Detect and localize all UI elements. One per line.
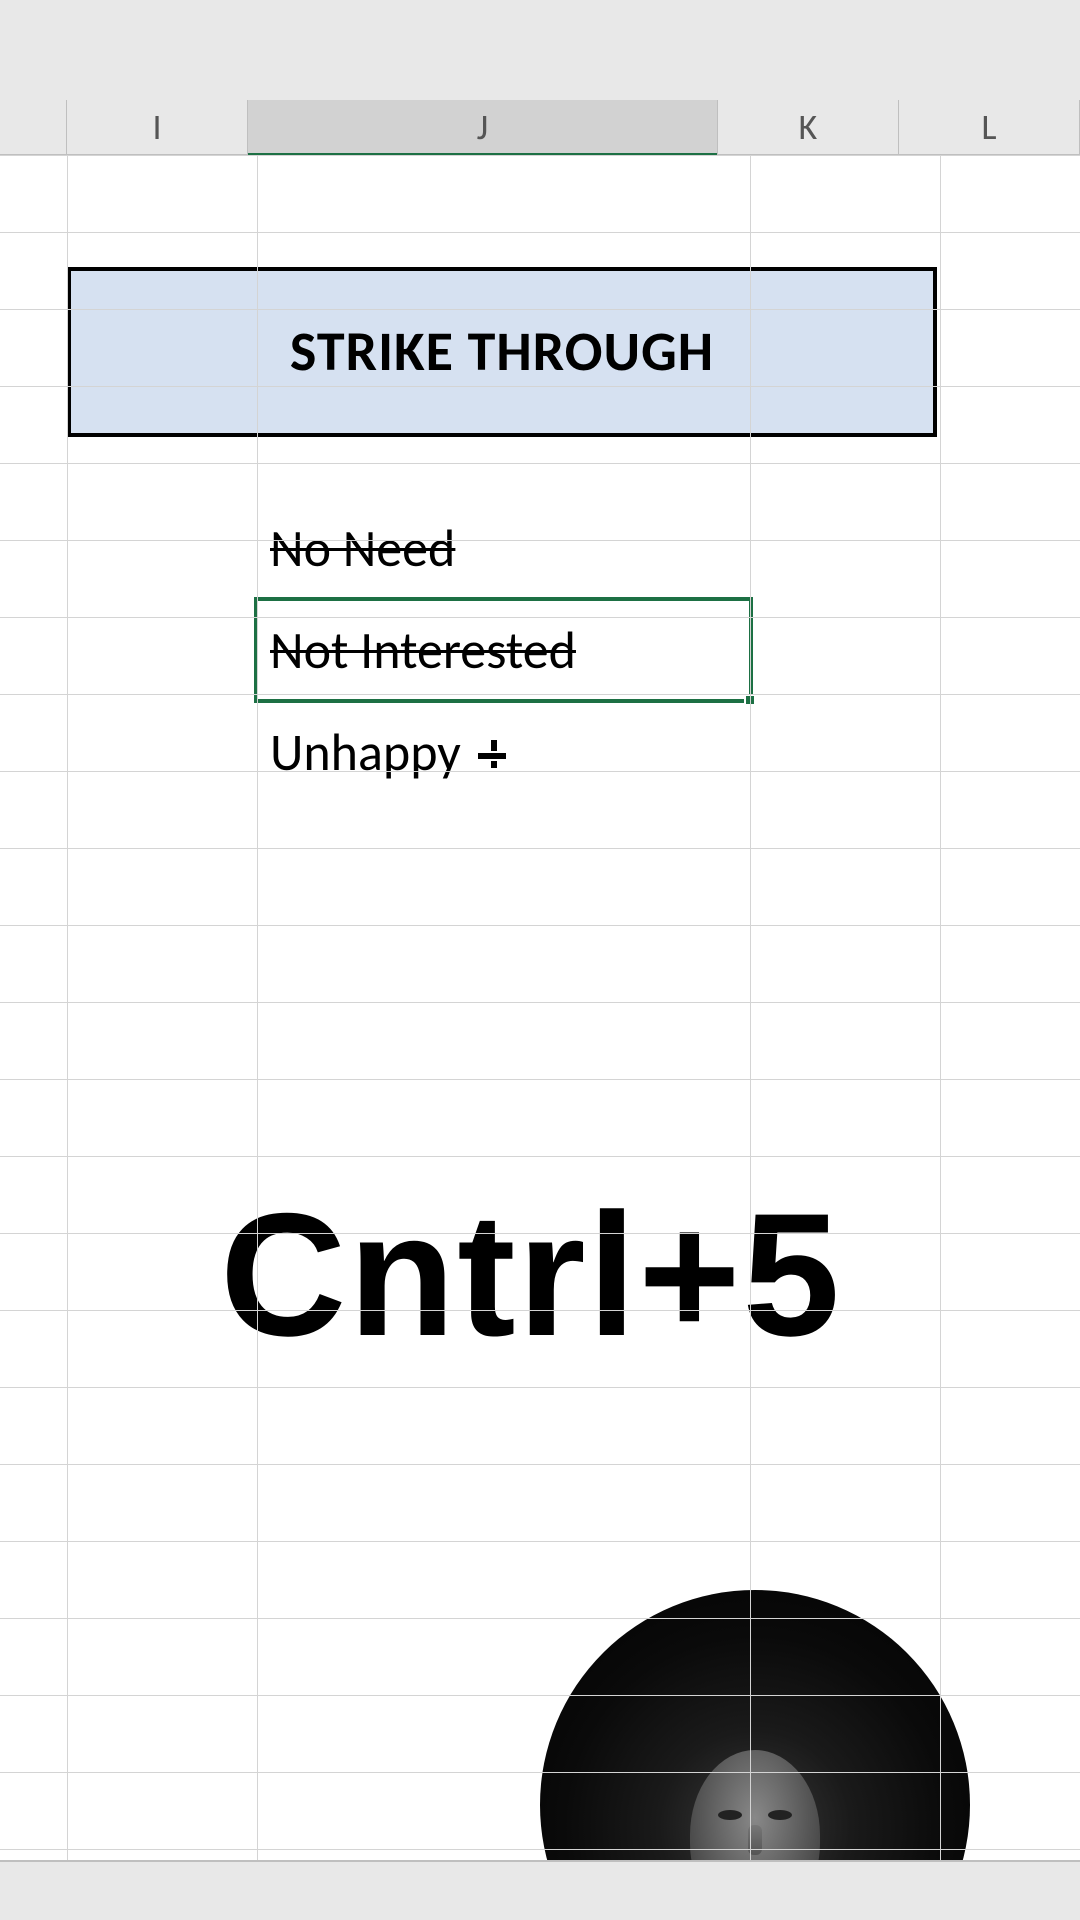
grid-row-line	[0, 1387, 1080, 1388]
select-all-corner[interactable]	[0, 100, 67, 155]
data-cell-0[interactable]: No Need	[258, 497, 751, 599]
column-header-J[interactable]: J	[248, 100, 718, 154]
grid-row-line	[0, 1310, 1080, 1311]
column-header-L[interactable]: L	[899, 100, 1080, 154]
grid-col-line	[750, 155, 751, 1860]
grid-row-line	[0, 1079, 1080, 1080]
grid-row-line	[0, 694, 1080, 695]
status-bar	[0, 1860, 1080, 1920]
title-text: STRIKE THROUGH	[290, 318, 714, 386]
grid-row-line	[0, 386, 1080, 387]
shortcut-overlay-text: Cntrl+5	[220, 1175, 842, 1376]
grid-row-line	[0, 309, 1080, 310]
column-header-I[interactable]: I	[67, 100, 248, 154]
grid-row-line	[0, 1772, 1080, 1773]
overlay-label: Cntrl+5	[220, 1178, 842, 1373]
grid-row-line	[0, 155, 1080, 156]
grid-row-line	[0, 771, 1080, 772]
grid-row-line	[0, 848, 1080, 849]
grid-row-line	[0, 1464, 1080, 1465]
column-header-K[interactable]: K	[718, 100, 899, 154]
column-headers: IJKL	[67, 100, 1080, 155]
grid-row-line	[0, 1233, 1080, 1234]
grid-row-line	[0, 1541, 1080, 1542]
grid-row-line	[0, 925, 1080, 926]
grid-col-line	[257, 155, 258, 1860]
grid-row-line	[0, 540, 1080, 541]
grid-row-line	[0, 463, 1080, 464]
grid-col-line	[940, 155, 941, 1860]
data-cell-2[interactable]: Unhappy	[258, 701, 751, 803]
ribbon-area	[0, 0, 1080, 100]
title-merged-cell[interactable]: STRIKE THROUGH	[67, 267, 937, 437]
grid-row-line	[0, 1156, 1080, 1157]
grid-row-line	[0, 1695, 1080, 1696]
grid-row-line	[0, 1618, 1080, 1619]
grid-col-line	[67, 155, 68, 1860]
grid-row-line	[0, 1002, 1080, 1003]
grid-row-line	[0, 617, 1080, 618]
spreadsheet-viewport: IJKL STRIKE THROUGH No NeedNot Intereste…	[0, 0, 1080, 1920]
spreadsheet-grid[interactable]: STRIKE THROUGH No NeedNot InterestedUnha…	[0, 155, 1080, 1860]
data-cell-1[interactable]: Not Interested	[258, 599, 751, 701]
grid-row-line	[0, 1849, 1080, 1850]
grid-row-line	[0, 232, 1080, 233]
